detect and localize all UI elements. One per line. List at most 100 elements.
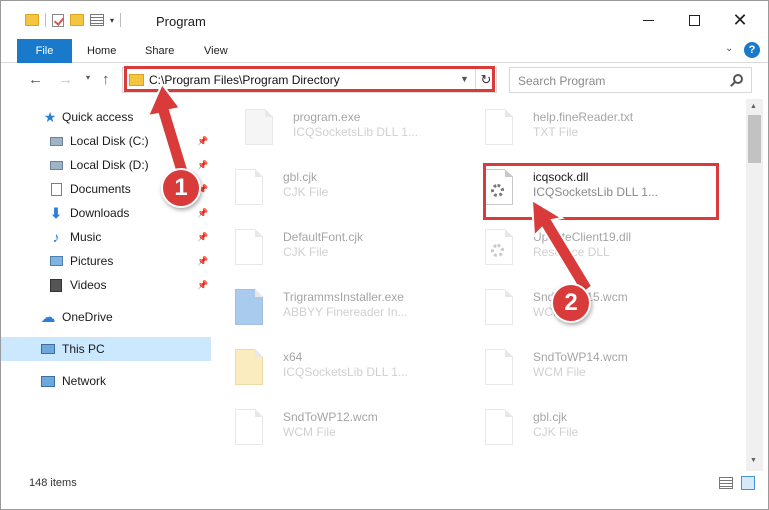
- sidebar-item-pictures[interactable]: Pictures 📌: [1, 249, 211, 273]
- file-name: program.exe: [293, 110, 361, 124]
- properties-check-icon[interactable]: [52, 13, 64, 27]
- file-name: help.fineReader.txt: [533, 110, 634, 124]
- file-type: WCM File: [533, 365, 586, 379]
- file-type: ICQSocketsLib DLL 1...: [293, 125, 418, 139]
- back-arrow-icon[interactable]: ←: [28, 71, 43, 88]
- file-name: x64: [283, 350, 303, 364]
- file-type: TXT File: [533, 125, 579, 139]
- title-bar: ▾ Program ✕: [1, 1, 768, 39]
- tab-file[interactable]: File: [17, 39, 72, 63]
- file-name: SndToWP12.wcm: [283, 410, 378, 424]
- callout-badge-2: 2: [551, 283, 591, 323]
- music-icon: ♪: [52, 229, 60, 245]
- maximize-icon: [688, 14, 700, 26]
- sidebar-item-label: Quick access: [62, 110, 134, 124]
- callout-badge-1: 1: [161, 168, 201, 208]
- file-icon: [485, 289, 513, 325]
- pin-icon[interactable]: 📌: [197, 256, 208, 267]
- details-view-icon[interactable]: [719, 477, 733, 489]
- ribbon-tabs: File Home Share View ⌄ ?: [1, 39, 768, 63]
- item-count: 148 items: [29, 477, 77, 489]
- tab-share[interactable]: Share: [145, 39, 174, 63]
- close-button[interactable]: ✕: [717, 1, 763, 39]
- list-item[interactable]: program.exe ICQSocketsLib DLL 1...: [231, 101, 471, 155]
- sidebar-item-label: Local Disk (D:): [70, 158, 149, 172]
- sidebar-item-music[interactable]: ♪ Music 📌: [1, 225, 211, 249]
- document-icon: [49, 182, 63, 196]
- search-icon: [733, 74, 743, 84]
- sidebar-item-label: Music: [70, 230, 102, 244]
- sidebar-item-label: Local Disk (C:): [70, 134, 149, 148]
- sidebar-item-label: Videos: [70, 278, 107, 292]
- gear-icon: [491, 244, 504, 257]
- scroll-down-icon[interactable]: ▼: [750, 457, 757, 464]
- customize-toolbar-icon[interactable]: [90, 14, 104, 26]
- list-item[interactable]: gbl.cjk CJK File: [471, 401, 711, 455]
- close-icon: ✕: [732, 10, 748, 30]
- status-bar: 148 items: [1, 471, 768, 495]
- file-name: SndToWP14.wcm: [533, 350, 628, 364]
- sidebar-item-network[interactable]: Network: [1, 369, 211, 393]
- list-item[interactable]: gbl.cjk CJK File: [221, 161, 461, 215]
- list-item[interactable]: help.fineReader.txt TXT File: [471, 101, 711, 155]
- divider: [45, 13, 46, 27]
- divider: [120, 13, 122, 27]
- maximize-button[interactable]: [671, 1, 717, 39]
- file-icon: [485, 349, 513, 385]
- expand-ribbon-icon[interactable]: ⌄: [725, 43, 733, 54]
- chevron-down-icon[interactable]: ▾: [110, 16, 114, 25]
- pin-icon[interactable]: 📌: [197, 280, 208, 291]
- large-icons-view-icon[interactable]: [741, 476, 755, 490]
- file-icon: [235, 229, 263, 265]
- new-folder-icon[interactable]: [70, 14, 84, 26]
- sidebar-item-this-pc[interactable]: This PC: [1, 337, 211, 361]
- list-item[interactable]: DefaultFont.cjk CJK File: [221, 221, 461, 275]
- drive-icon: [49, 158, 63, 172]
- help-icon[interactable]: ?: [744, 42, 760, 58]
- file-type: WCM File: [283, 425, 336, 439]
- file-icon: [235, 169, 263, 205]
- sidebar-item-label: This PC: [62, 342, 105, 356]
- recent-locations-chevron-icon[interactable]: ▾: [86, 73, 90, 82]
- tab-view[interactable]: View: [204, 39, 228, 63]
- download-icon: ⬇: [50, 204, 62, 221]
- video-icon: [49, 278, 63, 292]
- sidebar-item-label: Downloads: [70, 206, 130, 220]
- list-item[interactable]: SndToWP12.wcm WCM File: [221, 401, 461, 455]
- app-icon: [235, 289, 263, 325]
- star-icon: ★: [43, 108, 57, 125]
- sidebar-item-onedrive[interactable]: ☁ OneDrive: [1, 305, 211, 329]
- list-item[interactable]: SndToWP14.wcm WCM File: [471, 341, 711, 395]
- file-type: CJK File: [283, 185, 329, 199]
- scroll-thumb[interactable]: [748, 115, 761, 163]
- file-type: ICQSocketsLib DLL 1...: [283, 365, 408, 379]
- file-list: program.exe ICQSocketsLib DLL 1... help.…: [221, 99, 746, 471]
- minimize-button[interactable]: [625, 1, 671, 39]
- list-item[interactable]: x64 ICQSocketsLib DLL 1...: [221, 341, 461, 395]
- tab-home[interactable]: Home: [87, 39, 116, 63]
- pin-icon[interactable]: 📌: [197, 208, 208, 219]
- search-box[interactable]: Search Program: [509, 67, 752, 93]
- network-icon: [41, 374, 55, 388]
- search-input[interactable]: Search Program: [518, 74, 605, 88]
- sidebar-item-label: Pictures: [70, 254, 114, 268]
- minimize-icon: [642, 19, 654, 21]
- file-type: CJK File: [283, 245, 329, 259]
- file-icon: [235, 409, 263, 445]
- forward-arrow-icon[interactable]: →: [58, 71, 73, 88]
- exe-icon: [245, 109, 273, 145]
- file-name: TrigrammsInstaller.exe: [283, 290, 404, 304]
- sidebar-item-videos[interactable]: Videos 📌: [1, 273, 211, 297]
- sidebar-item-label: OneDrive: [62, 310, 113, 324]
- vertical-scrollbar[interactable]: ▲ ▼: [746, 99, 763, 471]
- list-item[interactable]: TrigrammsInstaller.exe ABBYY Finereader …: [221, 281, 461, 335]
- folder-icon: [235, 349, 263, 385]
- window-title: Program: [156, 14, 206, 29]
- pictures-icon: [49, 254, 63, 268]
- sidebar-item-label: Network: [62, 374, 107, 388]
- pin-icon[interactable]: 📌: [197, 232, 208, 243]
- scroll-up-icon[interactable]: ▲: [750, 103, 757, 110]
- up-arrow-icon[interactable]: ↑: [102, 71, 110, 88]
- drive-icon: [49, 134, 63, 148]
- file-name: DefaultFont.cjk: [283, 230, 364, 244]
